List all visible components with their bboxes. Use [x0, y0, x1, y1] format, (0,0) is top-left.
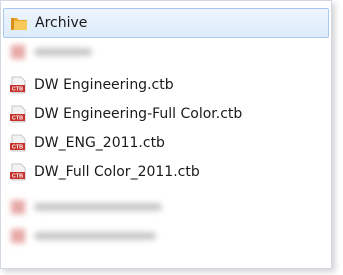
redacted-text [34, 232, 156, 240]
list-item-blurred[interactable] [3, 37, 329, 67]
list-item-label: DW Engineering.ctb [34, 77, 174, 93]
ctb-file-icon: CTB [9, 163, 27, 181]
file-icon [9, 43, 27, 61]
svg-text:CTB: CTB [12, 87, 23, 93]
list-item-archive-folder[interactable]: Archive [3, 8, 329, 38]
file-list-panel: Archive CTB DW Engineering.ctb CTB DW En… [0, 0, 332, 269]
svg-text:CTB: CTB [12, 145, 23, 151]
list-item-ctb-file[interactable]: CTB DW_ENG_2011.ctb [3, 128, 329, 158]
file-icon [9, 198, 27, 216]
ctb-file-icon: CTB [9, 134, 27, 152]
list-item-ctb-file[interactable]: CTB DW Engineering.ctb [3, 70, 329, 100]
redacted-text [34, 203, 162, 211]
list-item-blurred[interactable] [3, 192, 329, 222]
folder-icon [10, 14, 28, 32]
list-item-ctb-file[interactable]: CTB DW Engineering-Full Color.ctb [3, 99, 329, 129]
list-item-label: DW Engineering-Full Color.ctb [34, 106, 243, 122]
list-item-label: DW_Full Color_2011.ctb [34, 164, 200, 180]
list-item-label: DW_ENG_2011.ctb [34, 135, 165, 151]
list-item-blurred[interactable] [3, 221, 329, 251]
ctb-file-icon: CTB [9, 76, 27, 94]
ctb-file-icon: CTB [9, 105, 27, 123]
list-item-ctb-file[interactable]: CTB DW_Full Color_2011.ctb [3, 157, 329, 187]
file-icon [9, 227, 27, 245]
svg-text:CTB: CTB [12, 116, 23, 122]
redacted-text [34, 48, 92, 56]
list-item-label: Archive [35, 15, 88, 31]
svg-text:CTB: CTB [12, 174, 23, 180]
